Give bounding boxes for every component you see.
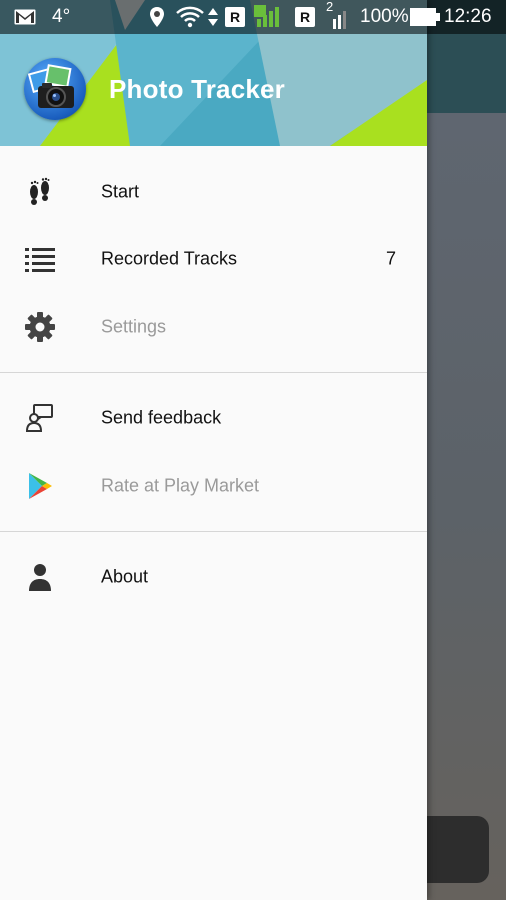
status-bar: 4° R R 2 100% 12:26 xyxy=(0,0,506,34)
recorded-tracks-count: 7 xyxy=(385,248,396,269)
data-arrows-icon xyxy=(207,0,219,34)
gear-icon xyxy=(24,311,56,343)
menu-item-send-feedback[interactable]: Send feedback xyxy=(0,385,427,451)
divider xyxy=(0,531,427,532)
sim-slot-label: 2 xyxy=(326,0,334,14)
menu-label-rate-play-market: Rate at Play Market xyxy=(101,475,260,496)
clock: 12:26 xyxy=(444,6,492,27)
menu-label-start: Start xyxy=(101,181,140,202)
menu-label-send-feedback: Send feedback xyxy=(101,407,222,428)
temperature-text: 4° xyxy=(52,6,71,27)
menu-item-about[interactable]: About xyxy=(0,544,427,610)
roaming-badge: R xyxy=(225,7,245,27)
menu-item-rate-play-market[interactable]: Rate at Play Market xyxy=(0,453,427,519)
menu-label-settings: Settings xyxy=(101,316,167,337)
gmail-icon xyxy=(14,0,36,34)
person-icon xyxy=(24,561,56,593)
location-icon xyxy=(148,0,166,34)
play-store-icon xyxy=(24,470,56,502)
menu-item-recorded-tracks[interactable]: Recorded Tracks 7 xyxy=(0,226,427,292)
roaming-badge: R xyxy=(295,7,315,27)
list-icon xyxy=(24,243,56,275)
battery-icon xyxy=(410,0,440,34)
app-title: Photo Tracker xyxy=(109,74,285,104)
wifi-icon xyxy=(176,0,204,34)
feedback-icon xyxy=(24,402,56,434)
signal-icon-sim2: 2 xyxy=(324,0,350,34)
footprints-icon xyxy=(24,176,56,208)
divider xyxy=(0,372,427,373)
signal-icon-sim1 xyxy=(254,0,280,34)
menu-label-about: About xyxy=(101,566,149,587)
menu-item-settings[interactable]: Settings xyxy=(0,294,427,360)
app-logo xyxy=(24,58,86,120)
menu-label-recorded-tracks: Recorded Tracks xyxy=(101,248,238,269)
battery-percent: 100% xyxy=(360,6,409,27)
menu-item-start[interactable]: Start xyxy=(0,159,427,225)
navigation-drawer: Photo Tracker Start Recorded Tracks 7 Se… xyxy=(0,0,427,900)
